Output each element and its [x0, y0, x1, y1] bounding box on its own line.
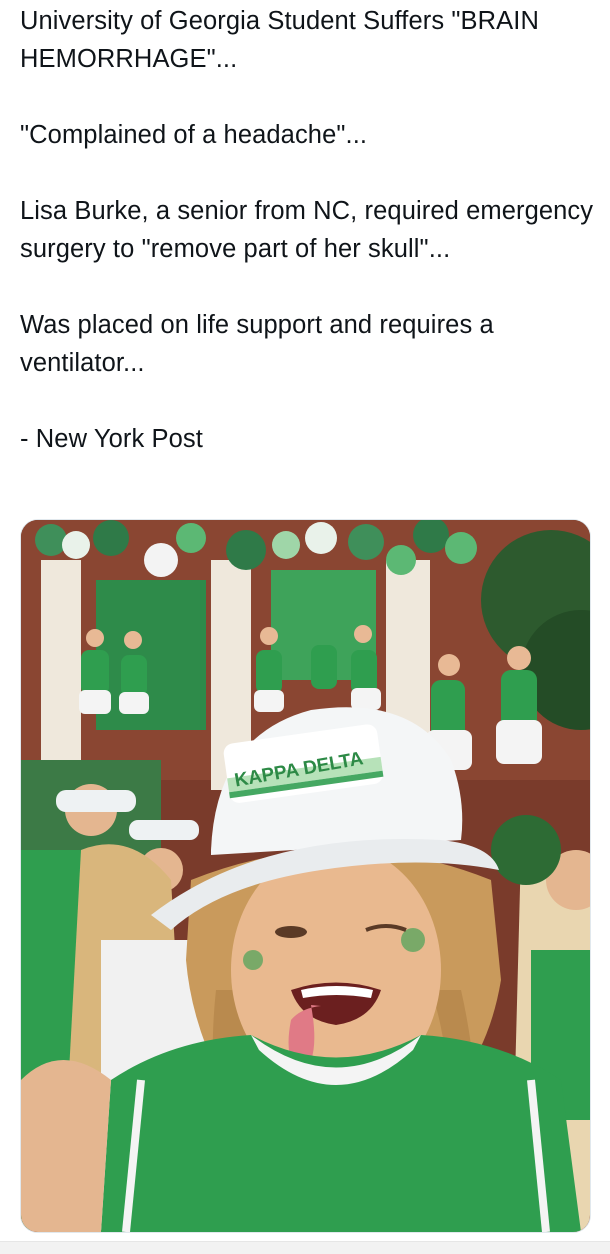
bottom-divider	[0, 1241, 610, 1254]
post-photo[interactable]: KAPPA DELTA	[20, 519, 591, 1233]
post-quote: "Complained of a headache"...	[20, 121, 368, 149]
post-text: University of Georgia Student Suffers "B…	[20, 2, 600, 458]
post-source: - New York Post	[20, 425, 203, 453]
post-body-2: Was placed on life support and requires …	[20, 311, 494, 377]
post-headline: University of Georgia Student Suffers "B…	[20, 7, 539, 73]
photo-illustration: KAPPA DELTA	[21, 520, 590, 1232]
post-body-1: Lisa Burke, a senior from NC, required e…	[20, 197, 594, 263]
